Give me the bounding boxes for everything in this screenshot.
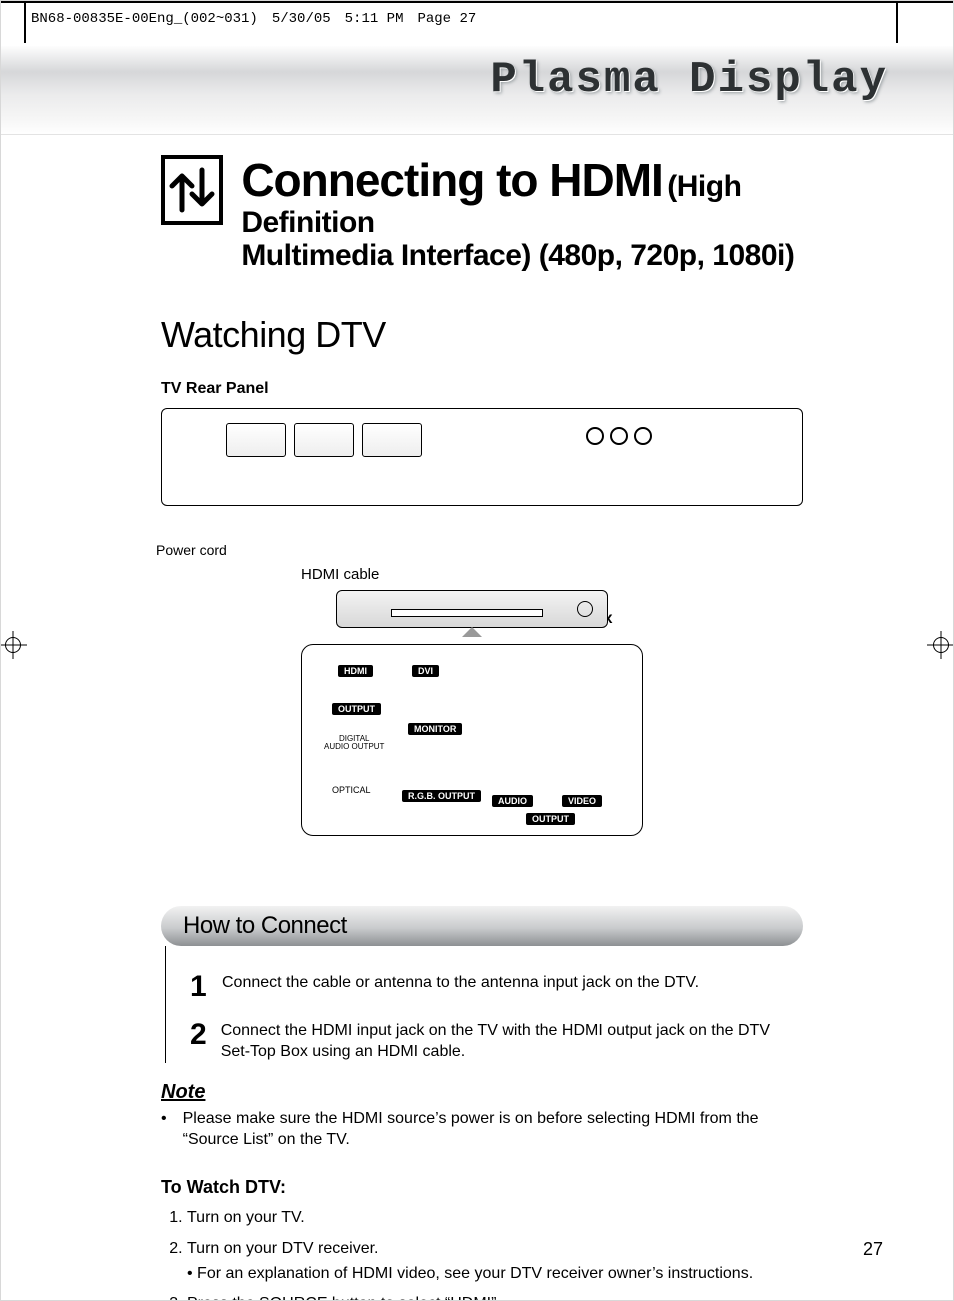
step-text: Connect the cable or antenna to the ante… (222, 972, 699, 1002)
banner: Plasma Display (1, 45, 953, 135)
port-dvi: DVI (412, 665, 439, 677)
reg-mark-left (0, 631, 27, 659)
instructions: 1 Connect the cable or antenna to the an… (165, 946, 803, 1063)
stb-rear-panel: HDMI DVI OUTPUT MONITOR DIGITAL AUDIO OU… (301, 644, 643, 836)
note-heading: Note (161, 1081, 803, 1104)
page-heading-block: Connecting to HDMI (High Definition Mult… (161, 155, 803, 272)
hdmi-cable-label: HDMI cable (301, 566, 379, 583)
watch-item-3: Press the SOURCE button to select “HDMI”… (187, 1292, 803, 1301)
port-monitor: MONITOR (408, 723, 462, 735)
power-cord-label: Power cord (156, 542, 227, 558)
rear-panel-label: TV Rear Panel (161, 380, 803, 398)
step-number: 1 (190, 972, 208, 1002)
port-output: OUTPUT (332, 703, 381, 715)
step-number: 2 (190, 1020, 207, 1063)
print-date: 5/30/05 (272, 11, 331, 27)
how-to-connect-label: How to Connect (183, 912, 347, 940)
arrows-icon (161, 155, 223, 225)
heading-sub2: Multimedia Interface) (480p, 720p, 1080i… (241, 239, 794, 272)
reg-mark-right (927, 631, 954, 659)
watch-item-2: Turn on your DTV receiver. • For an expl… (187, 1237, 803, 1287)
watch-item-1: Turn on your TV. (187, 1206, 803, 1231)
tv-rear-panel-diagram (161, 408, 803, 506)
heading-main: Connecting to HDMI (241, 154, 663, 206)
port-video: VIDEO (562, 795, 602, 807)
brand-title: Plasma Display (490, 55, 888, 105)
port-optical: OPTICAL (332, 785, 371, 795)
print-doc: BN68-00835E-00Eng_(002~031) (31, 11, 258, 27)
stb-device (336, 590, 608, 628)
note-text: Please make sure the HDMI source’s power… (183, 1108, 803, 1151)
port-hdmi: HDMI (338, 665, 373, 677)
watch-list: Turn on your TV. Turn on your DTV receiv… (161, 1206, 803, 1301)
how-to-connect-header: How to Connect (161, 906, 803, 946)
note-item: • Please make sure the HDMI source’s pow… (161, 1108, 803, 1151)
port-rgb: R.G.B. OUTPUT (402, 790, 481, 802)
page-number: 27 (863, 1239, 883, 1260)
print-header: BN68-00835E-00Eng_(002~031) 5/30/05 5:11… (1, 1, 953, 27)
port-audio: AUDIO (492, 795, 533, 807)
port-out2: OUTPUT (526, 813, 575, 825)
print-page: Page 27 (417, 11, 476, 27)
step-text: Connect the HDMI input jack on the TV wi… (221, 1020, 803, 1063)
print-time: 5:11 PM (345, 11, 404, 27)
bullet-icon: • (161, 1108, 173, 1151)
step-2: 2 Connect the HDMI input jack on the TV … (190, 1020, 803, 1063)
step-1: 1 Connect the cable or antenna to the an… (190, 972, 803, 1002)
watch-item-2-text: Turn on your DTV receiver. (187, 1240, 378, 1257)
section-title: Watching DTV (161, 314, 803, 356)
port-digital-audio: DIGITAL AUDIO OUTPUT (324, 735, 384, 753)
watch-heading: To Watch DTV: (161, 1177, 803, 1198)
watch-item-2-sub: • For an explanation of HDMI video, see … (187, 1265, 753, 1282)
